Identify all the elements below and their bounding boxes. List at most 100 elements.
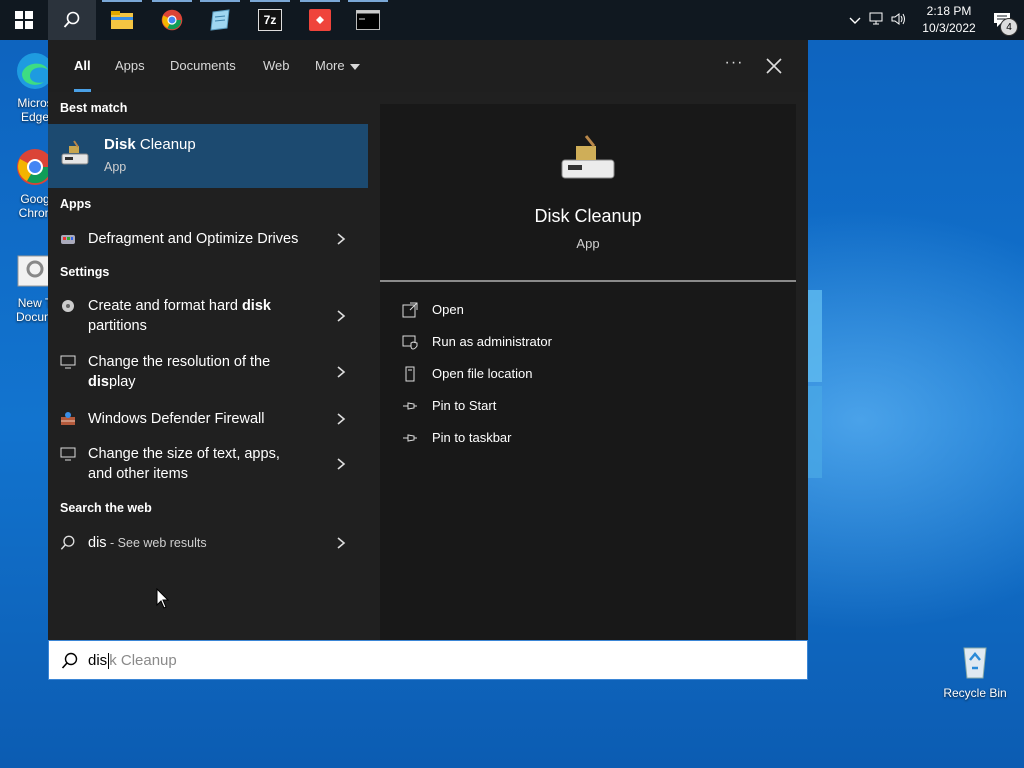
- result-create-format-partitions[interactable]: Create and format hard disk partitions: [48, 292, 368, 340]
- chevron-right-icon[interactable]: [334, 309, 348, 323]
- desktop-icon-recycle-bin[interactable]: Recycle Bin: [940, 640, 1010, 700]
- search-icon: [60, 535, 75, 550]
- result-label: Create and format hard disk partitions: [88, 298, 271, 334]
- taskbar-command-prompt[interactable]: [344, 0, 392, 40]
- notepad-icon: [210, 9, 230, 31]
- wallpaper-light: [806, 386, 822, 478]
- result-web-search[interactable]: dis - See web results: [48, 530, 368, 556]
- search-input-text: dis k Cleanup: [88, 652, 177, 670]
- more-options-button[interactable]: ···: [720, 54, 748, 78]
- speaker-icon: [891, 12, 905, 25]
- close-button[interactable]: [762, 54, 788, 78]
- wallpaper-light: [806, 290, 822, 382]
- search-input[interactable]: dis k Cleanup: [48, 640, 808, 680]
- display-icon: [60, 355, 76, 369]
- result-change-text-size[interactable]: Change the size of text, apps, and other …: [48, 440, 368, 488]
- desktop-icon-label: Recycle Bin: [943, 686, 1007, 700]
- anydesk-icon: [309, 9, 331, 31]
- action-label: Pin to taskbar: [432, 430, 512, 445]
- preview-pane: Disk Cleanup App Open Run as administrat…: [380, 104, 796, 640]
- action-open-file-location[interactable]: Open file location: [402, 364, 702, 384]
- system-tray: 2:18 PM 10/3/2022 4: [844, 0, 1024, 40]
- result-defragment[interactable]: Defragment and Optimize Drives: [48, 226, 368, 252]
- action-center-button[interactable]: 4: [980, 0, 1024, 40]
- result-label: Defragment and Optimize Drives: [88, 231, 299, 247]
- action-label: Run as administrator: [432, 334, 552, 349]
- network-button[interactable]: [866, 12, 888, 29]
- shield-icon: [402, 335, 418, 350]
- volume-button[interactable]: [888, 12, 910, 29]
- chevron-right-icon[interactable]: [334, 365, 348, 379]
- preview-title: Disk Cleanup: [534, 206, 642, 226]
- search-icon: [63, 11, 80, 28]
- clock[interactable]: 2:18 PM 10/3/2022: [918, 3, 980, 37]
- terminal-icon: [356, 10, 380, 30]
- search-button[interactable]: [48, 0, 96, 40]
- clock-date: 10/3/2022: [922, 21, 976, 35]
- result-label: Change the resolution of the display: [88, 354, 271, 390]
- chevron-right-icon[interactable]: [334, 232, 348, 246]
- results-list: Best match Disk Cleanup App Apps Defragm…: [48, 92, 368, 640]
- chevron-right-icon[interactable]: [334, 457, 348, 471]
- taskbar-file-explorer[interactable]: [98, 0, 146, 40]
- ellipsis-icon: ···: [724, 54, 744, 71]
- result-windows-defender-firewall[interactable]: Windows Defender Firewall: [48, 406, 368, 432]
- search-icon: [61, 652, 78, 669]
- search-tabs: All Apps Documents Web More ···: [48, 40, 808, 92]
- search-autocomplete: k Cleanup: [109, 652, 177, 669]
- notification-count-badge: 4: [1000, 18, 1018, 36]
- preview-subtitle: App: [576, 236, 600, 251]
- open-icon: [402, 302, 418, 318]
- section-search-web: Search the web: [60, 501, 152, 515]
- tab-documents[interactable]: Documents: [158, 40, 248, 92]
- disk-management-icon: [62, 300, 74, 312]
- preview-divider: [380, 280, 796, 282]
- clock-time: 2:18 PM: [926, 4, 972, 18]
- tab-web[interactable]: Web: [251, 40, 302, 92]
- tab-more[interactable]: More: [303, 40, 372, 92]
- start-button[interactable]: [0, 0, 48, 40]
- result-label: dis - See web results: [88, 535, 207, 551]
- pin-icon: [403, 434, 417, 442]
- 7zip-icon: 7z: [258, 9, 282, 31]
- search-panel: All Apps Documents Web More ··· Best mat…: [48, 40, 808, 640]
- taskbar-notepad[interactable]: [196, 0, 244, 40]
- action-run-as-administrator[interactable]: Run as administrator: [402, 332, 702, 352]
- section-settings: Settings: [60, 265, 110, 279]
- search-typed-text: dis: [88, 652, 108, 669]
- action-label: Open: [432, 302, 464, 317]
- windows-logo-icon: [15, 11, 33, 29]
- tab-all[interactable]: All: [62, 40, 103, 92]
- action-pin-to-start[interactable]: Pin to Start: [402, 396, 702, 416]
- chevron-right-icon[interactable]: [334, 412, 348, 426]
- action-pin-to-taskbar[interactable]: Pin to taskbar: [402, 428, 702, 448]
- chrome-icon: [161, 9, 183, 31]
- section-best-match: Best match: [60, 101, 128, 115]
- best-match-disk-cleanup[interactable]: Disk Cleanup App: [48, 124, 368, 188]
- result-label: Change the size of text, apps, and other …: [88, 446, 280, 482]
- result-change-resolution[interactable]: Change the resolution of the display: [48, 348, 368, 396]
- caret-down-icon: [349, 63, 360, 70]
- disk-cleanup-icon: [61, 140, 89, 165]
- chevron-right-icon[interactable]: [334, 536, 348, 550]
- defragment-icon: [61, 235, 75, 244]
- file-location-icon: [405, 366, 415, 382]
- firewall-icon: [61, 412, 75, 425]
- taskbar-7zip[interactable]: 7z: [246, 0, 294, 40]
- chevron-up-icon: [849, 17, 861, 24]
- action-label: Open file location: [432, 366, 533, 381]
- taskbar-anydesk[interactable]: [296, 0, 344, 40]
- action-open[interactable]: Open: [402, 300, 702, 320]
- display-icon: [60, 447, 76, 461]
- show-hidden-icons-button[interactable]: [844, 13, 866, 28]
- best-match-subtitle: App: [104, 160, 127, 174]
- network-icon: [869, 12, 883, 24]
- tab-apps[interactable]: Apps: [103, 40, 157, 92]
- best-match-title: Disk Cleanup: [104, 136, 196, 153]
- result-label: Windows Defender Firewall: [88, 411, 265, 427]
- taskbar-chrome[interactable]: [148, 0, 196, 40]
- recycle-bin-icon: [954, 640, 996, 682]
- disk-cleanup-large-icon: [561, 135, 615, 179]
- mouse-cursor-icon: [156, 588, 170, 609]
- action-label: Pin to Start: [432, 398, 497, 413]
